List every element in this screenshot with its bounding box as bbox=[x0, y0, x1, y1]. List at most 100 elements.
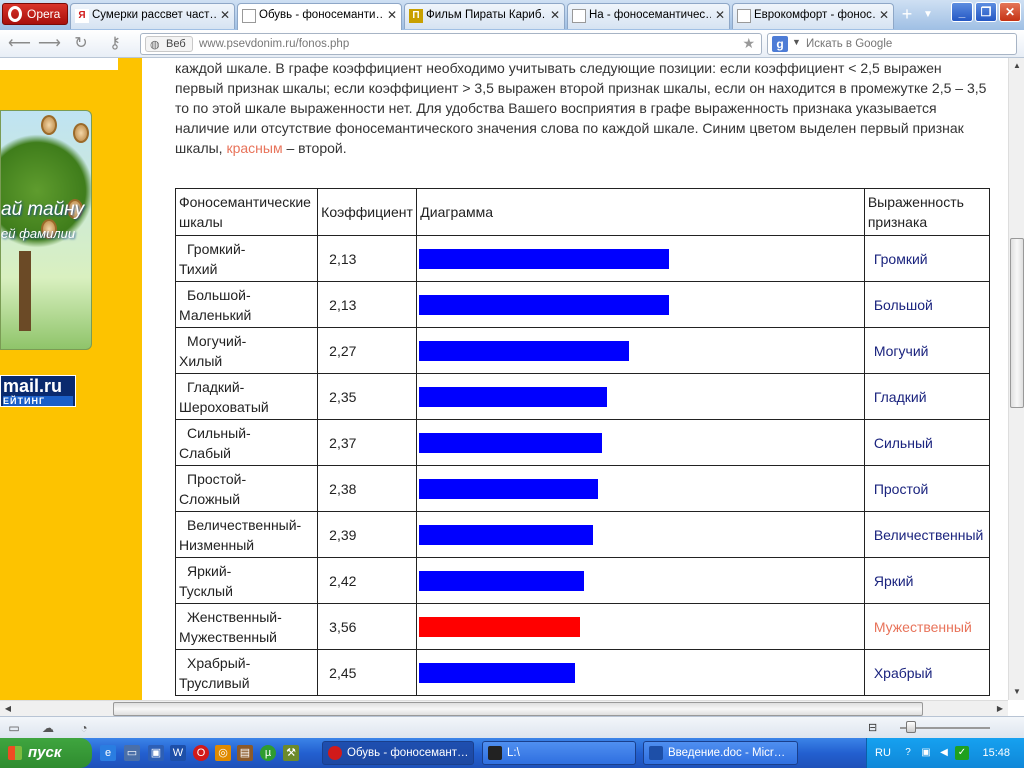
tab-title: Еврокомфорт - фонос… bbox=[754, 9, 875, 21]
left-sidebar: ай тайну ей фамилии mail.ru ЕЙТИНГ bbox=[0, 58, 142, 700]
diagram-bar bbox=[419, 570, 585, 591]
ie-quicklaunch-icon[interactable]: e bbox=[100, 745, 116, 761]
task-word-window[interactable]: Введение.doc - Micr… bbox=[643, 741, 798, 765]
key-wand-icon[interactable]: ⚷ bbox=[104, 33, 126, 55]
diagram-cell bbox=[416, 373, 865, 420]
scroll-down-arrow-icon[interactable]: ▼ bbox=[1010, 684, 1024, 700]
expression-cell: Мужественный bbox=[863, 603, 991, 650]
address-bar[interactable]: ◍ Веб www.psevdonim.ru/fonos.php ★ bbox=[140, 33, 762, 55]
google-engine-icon[interactable]: g bbox=[772, 36, 788, 52]
horizontal-scroll-thumb[interactable] bbox=[113, 702, 923, 716]
forward-arrow-icon[interactable]: ⟶ bbox=[38, 33, 61, 55]
yandex-favicon-icon: Я bbox=[75, 9, 89, 23]
vertical-scrollbar[interactable]: ▲ ▼ bbox=[1008, 58, 1024, 700]
opera-quicklaunch-icon[interactable]: O bbox=[193, 745, 209, 761]
tab-close-icon[interactable]: ✕ bbox=[879, 8, 889, 22]
expression-cell: Храбрый bbox=[863, 649, 991, 696]
back-arrow-icon[interactable]: ⟵ bbox=[8, 33, 31, 55]
tab-5[interactable]: Еврокомфорт - фонос… ✕ bbox=[732, 3, 894, 29]
horizontal-scrollbar[interactable]: ◀ ▶ bbox=[0, 700, 1008, 716]
search-input[interactable] bbox=[804, 35, 1004, 53]
start-button[interactable]: пуск bbox=[0, 738, 92, 768]
scroll-right-arrow-icon[interactable]: ▶ bbox=[992, 701, 1008, 717]
scale-first: Яркий- bbox=[187, 562, 232, 579]
folder-quicklaunch-icon[interactable]: ▤ bbox=[237, 745, 253, 761]
bookmark-star-icon[interactable]: ★ bbox=[742, 35, 755, 52]
minimize-window-icon[interactable]: _ bbox=[951, 2, 973, 22]
mailru-rating-counter[interactable]: mail.ru ЕЙТИНГ bbox=[0, 375, 76, 407]
url-text[interactable]: www.psevdonim.ru/fonos.php bbox=[199, 38, 349, 50]
coefficient-cell: 2,37 bbox=[317, 419, 418, 466]
restore-window-icon[interactable]: ❐ bbox=[975, 2, 997, 22]
expression-cell: Сильный bbox=[863, 419, 991, 466]
page-content: ай тайну ей фамилии mail.ru ЕЙТИНГ каждо… bbox=[0, 58, 1008, 700]
tab-3[interactable]: П Фильм Пираты Кариб… ✕ bbox=[404, 3, 565, 29]
tab-close-icon[interactable]: ✕ bbox=[550, 8, 560, 22]
media-quicklaunch-icon[interactable]: ▣ bbox=[148, 745, 164, 761]
tab-close-icon[interactable]: ✕ bbox=[715, 8, 725, 22]
app-quicklaunch-icon[interactable]: ◎ bbox=[215, 745, 231, 761]
help-tray-icon[interactable]: ? bbox=[901, 746, 915, 760]
portrait-image bbox=[73, 123, 89, 143]
sidebar-top-strip bbox=[0, 58, 118, 70]
tool-quicklaunch-icon[interactable]: ⚒ bbox=[283, 745, 299, 761]
scale-second: Шероховатый bbox=[179, 398, 269, 415]
diagram-cell bbox=[416, 235, 865, 282]
opera-task-icon bbox=[328, 746, 342, 760]
opera-menu-button[interactable]: Opera bbox=[2, 3, 68, 25]
close-window-icon[interactable]: ✕ bbox=[999, 2, 1021, 22]
red-word: красным bbox=[226, 140, 283, 156]
volume-tray-icon[interactable]: ◀ bbox=[937, 746, 951, 760]
scale-first: Большой- bbox=[187, 286, 251, 303]
word-quicklaunch-icon[interactable]: W bbox=[170, 745, 186, 761]
coefficient-cell: 2,45 bbox=[317, 649, 418, 696]
header-scales: Фоносемантические шкалы bbox=[174, 188, 319, 236]
utorrent-quicklaunch-icon[interactable]: µ bbox=[260, 745, 276, 761]
zoom-slider-knob[interactable] bbox=[906, 721, 916, 733]
explanation-paragraph: каждой шкале. В графе коэффициент необхо… bbox=[175, 58, 990, 158]
diagram-bar bbox=[419, 478, 599, 499]
tab-close-icon[interactable]: ✕ bbox=[220, 8, 230, 22]
turbo-icon[interactable]: ☁ bbox=[40, 720, 56, 736]
zoom-icon[interactable]: ⊟ bbox=[868, 721, 877, 734]
tab-1[interactable]: Я Сумерки рассвет част… ✕ bbox=[70, 3, 235, 29]
web-badge-label: Веб bbox=[166, 38, 186, 50]
search-box[interactable]: g ▼ bbox=[767, 33, 1017, 55]
navigation-bar: ⟵ ⟶ ↻ ⚷ ◍ Веб www.psevdonim.ru/fonos.php … bbox=[0, 30, 1024, 58]
scroll-left-arrow-icon[interactable]: ◀ bbox=[0, 701, 16, 717]
diagram-bar bbox=[419, 524, 594, 545]
scale-second: Низменный bbox=[179, 536, 255, 553]
scale-cell: Простой- Сложный bbox=[174, 465, 319, 512]
show-desktop-icon[interactable]: ▭ bbox=[124, 745, 140, 761]
reload-icon[interactable]: ↻ bbox=[70, 33, 92, 55]
tab-title: Обувь - фоносеманти… bbox=[259, 9, 383, 21]
web-badge[interactable]: ◍ Веб bbox=[145, 36, 193, 52]
tab-2-active[interactable]: Обувь - фоносеманти… ✕ bbox=[237, 3, 402, 30]
family-tree-banner[interactable]: ай тайну ей фамилии bbox=[0, 110, 92, 350]
table-row: Сильный- Слабый 2,37 Сильный bbox=[174, 419, 991, 466]
scale-second: Мужественный bbox=[179, 628, 277, 645]
network-tray-icon[interactable]: ▣ bbox=[919, 746, 933, 760]
task-explorer-window[interactable]: L:\ bbox=[482, 741, 636, 765]
scroll-up-arrow-icon[interactable]: ▲ bbox=[1010, 58, 1024, 74]
diagram-cell bbox=[416, 465, 865, 512]
scale-cell: Величественный- Низменный bbox=[174, 511, 319, 558]
expression-cell: Гладкий bbox=[863, 373, 991, 420]
panel-toggle-icon[interactable]: ▭ bbox=[6, 720, 22, 736]
tab-4[interactable]: На - фоносемантичес… ✕ bbox=[567, 3, 730, 29]
tab-title: Сумерки рассвет част… bbox=[92, 9, 216, 21]
tab-list-chevron-down-icon[interactable]: ▼ bbox=[920, 4, 936, 26]
language-indicator[interactable]: RU bbox=[875, 747, 891, 759]
diagram-cell bbox=[416, 327, 865, 374]
scale-first: Простой- bbox=[187, 470, 247, 487]
tab-close-icon[interactable]: ✕ bbox=[387, 8, 397, 22]
new-tab-plus-icon[interactable]: + bbox=[896, 4, 918, 26]
scale-second: Хилый bbox=[179, 352, 223, 369]
speed-dial-icon[interactable]: ◔ bbox=[76, 720, 92, 736]
security-tray-icon[interactable]: ✓ bbox=[955, 746, 969, 760]
task-opera-window[interactable]: Обувь - фоносемант… bbox=[322, 741, 474, 765]
vertical-scroll-thumb[interactable] bbox=[1010, 238, 1024, 408]
mailru-logo: mail.ru bbox=[3, 376, 63, 396]
engine-chevron-down-icon[interactable]: ▼ bbox=[792, 37, 801, 47]
tab-strip: Opera Я Сумерки рассвет част… ✕ Обувь - … bbox=[0, 0, 1024, 30]
